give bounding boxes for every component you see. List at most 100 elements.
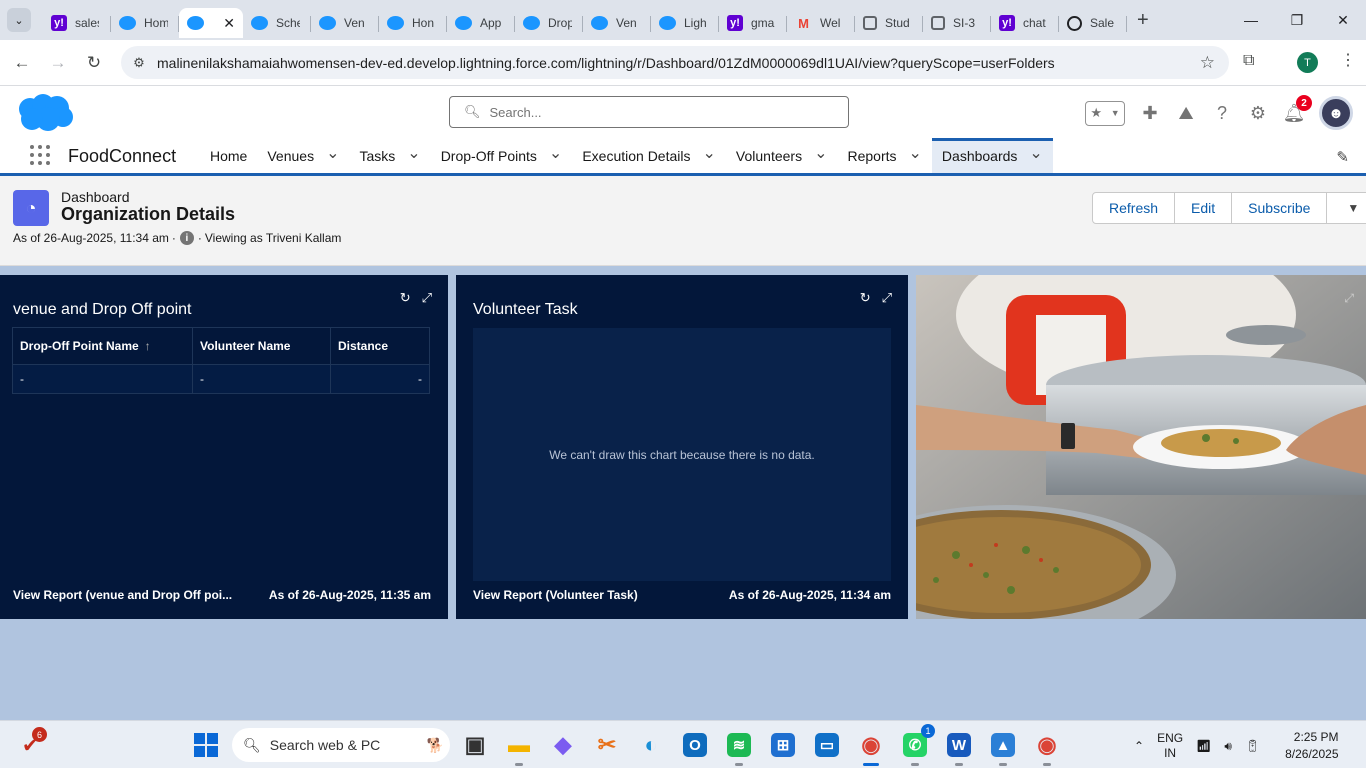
app-launcher-icon[interactable] (30, 145, 50, 165)
nav-tab-label: Reports (847, 147, 897, 164)
nav-tab-dashboards[interactable]: Dashboards ⌄ (931, 138, 1053, 173)
global-create-icon[interactable]: ✚ (1139, 102, 1161, 124)
chevron-down-icon[interactable]: ⌄ (549, 143, 562, 163)
maximize-icon[interactable]: ❐ (1274, 0, 1320, 40)
browser-tab[interactable]: y! chat (991, 8, 1059, 38)
edge-icon[interactable]: ◐ (634, 728, 668, 762)
store-icon[interactable]: ⊞ (766, 728, 800, 762)
column-header-dropoff-point[interactable]: Drop-Off Point Name ↑ (12, 327, 193, 365)
reload-icon[interactable]: ↻ (76, 45, 112, 81)
user-avatar[interactable]: ☻ (1319, 96, 1353, 130)
browser-tab[interactable]: y! gma (719, 8, 787, 38)
nav-tab-execution-details[interactable]: Execution Details ⌄ (572, 138, 726, 173)
browser-tab[interactable]: Sche (243, 8, 311, 38)
copilot-icon[interactable]: ◆ (546, 728, 580, 762)
nav-tab-reports[interactable]: Reports ⌄ (837, 138, 931, 173)
widget-expand-icon[interactable]: ⤢ (422, 290, 432, 306)
salesforce-logo[interactable] (15, 94, 74, 132)
browser-tab[interactable]: Stud (855, 8, 923, 38)
snipping-tool-icon[interactable]: ✂ (590, 728, 624, 762)
site-info-icon[interactable]: ⚙ (121, 55, 157, 71)
clock[interactable]: 2:25 PM 8/26/2025 (1285, 729, 1338, 763)
column-header-volunteer[interactable]: Volunteer Name (192, 327, 331, 365)
chevron-down-icon[interactable]: ⌄ (326, 143, 339, 163)
browser-menu-icon[interactable]: ⋮ (1340, 50, 1356, 70)
close-window-icon[interactable]: ✕ (1320, 0, 1366, 40)
taskbar-search-input[interactable]: 🔍︎ Search web & PC 🐕 (232, 728, 450, 762)
nav-tab-volunteers[interactable]: Volunteers ⌄ (726, 138, 838, 173)
remote-desktop-icon[interactable]: ▭ (810, 728, 844, 762)
help-icon[interactable]: ? (1211, 102, 1233, 124)
browser-tab[interactable]: Drop (515, 8, 583, 38)
tab-label: Hon (412, 16, 435, 30)
outlook-icon[interactable]: O (678, 728, 712, 762)
setup-gear-icon[interactable]: ⚙ (1247, 102, 1269, 124)
forward-icon[interactable]: → (40, 45, 76, 81)
tab-search-button[interactable]: ⌄ (7, 8, 31, 32)
news-widget-icon[interactable]: ✔ 6 (22, 727, 47, 757)
chevron-down-icon[interactable]: ⌄ (814, 143, 827, 163)
edit-nav-pencil-icon[interactable]: ✎ (1336, 148, 1349, 166)
task-view-icon[interactable]: ▣ (458, 728, 492, 762)
input-language[interactable]: ENG IN (1157, 731, 1183, 761)
tab-label: Sche (276, 16, 300, 30)
back-icon[interactable]: ← (4, 45, 40, 81)
browser-tab[interactable]: App (447, 8, 515, 38)
info-icon[interactable]: i (179, 231, 194, 245)
browser-tab[interactable]: Ligh (651, 8, 719, 38)
word-icon[interactable]: W (942, 728, 976, 766)
browser-tab[interactable]: M Wel (787, 8, 855, 38)
widget-refresh-icon[interactable]: ↻ (860, 290, 871, 306)
url-text[interactable]: malinenilakshamaiahwomensen-dev-ed.devel… (157, 55, 1055, 71)
refresh-button[interactable]: Refresh (1093, 193, 1176, 223)
more-actions-button[interactable]: ▼ (1327, 193, 1366, 223)
windows-start-icon[interactable] (194, 733, 218, 757)
chrome-profile-icon[interactable]: ◉ (1030, 728, 1064, 766)
trailhead-icon[interactable]: ⛰ (1175, 102, 1197, 124)
browser-tab[interactable]: y! sales (43, 8, 111, 38)
chevron-down-icon[interactable]: ⌄ (703, 143, 716, 163)
minimize-icon[interactable]: — (1228, 0, 1274, 40)
browser-tab[interactable]: Home (111, 8, 179, 38)
favorites-button[interactable]: ★ ▼ (1085, 100, 1125, 126)
notifications-bell-icon[interactable]: 🔔︎ 2 (1283, 95, 1312, 124)
edit-button[interactable]: Edit (1175, 193, 1233, 223)
chevron-down-icon[interactable]: ⌄ (1029, 143, 1042, 163)
wifi-icon[interactable]: 📶︎ (1196, 739, 1211, 753)
whatsapp-icon[interactable]: ✆ 1 (898, 724, 935, 766)
browser-tab[interactable]: Hon (379, 8, 447, 38)
subscribe-button[interactable]: Subscribe (1232, 193, 1328, 223)
battery-icon[interactable]: 🔋︎ (1245, 739, 1260, 753)
column-header-distance[interactable]: Distance (330, 327, 430, 365)
close-tab-icon[interactable]: ✕ (223, 15, 235, 32)
address-bar[interactable]: ⚙ malinenilakshamaiahwomensen-dev-ed.dev… (121, 46, 1229, 79)
tab-label: Ven (616, 16, 637, 30)
chevron-down-icon[interactable]: ⌄ (909, 143, 922, 163)
bookmark-star-icon[interactable]: ☆ (1200, 53, 1215, 73)
nav-tab-drop-off-points[interactable]: Drop-Off Points ⌄ (431, 138, 573, 173)
show-hidden-icons-icon[interactable]: ⌃ (1134, 739, 1144, 753)
new-tab-button[interactable]: + (1137, 9, 1149, 32)
global-search-input[interactable]: 🔍︎ Search... (449, 96, 849, 128)
browser-tab[interactable]: Ven (583, 8, 651, 38)
browser-tab[interactable]: Sale (1059, 8, 1127, 38)
spotify-icon[interactable]: ≋ (722, 728, 756, 766)
browser-tab[interactable]: SI-3 (923, 8, 991, 38)
widget-refresh-icon[interactable]: ↻ (400, 290, 411, 306)
nav-tab-tasks[interactable]: Tasks ⌄ (349, 138, 430, 173)
widget-expand-icon[interactable]: ⤢ (1344, 291, 1354, 306)
nav-tab-venues[interactable]: Venues ⌄ (257, 138, 349, 173)
profile-avatar[interactable]: T (1297, 52, 1318, 73)
browser-tab[interactable]: Ven (311, 8, 379, 38)
widget-expand-icon[interactable]: ⤢ (882, 290, 892, 306)
volume-icon[interactable]: 🔊︎ (1224, 739, 1232, 754)
browser-tab-active[interactable]: ✕ (179, 8, 243, 38)
chevron-down-icon[interactable]: ⌄ (407, 143, 420, 163)
chrome-icon[interactable]: ◉ (854, 728, 888, 766)
nav-tab-home[interactable]: Home (200, 138, 257, 173)
view-report-link[interactable]: View Report (venue and Drop Off poi... (13, 588, 232, 602)
photos-icon[interactable]: ▲ (986, 728, 1020, 766)
file-explorer-icon[interactable]: ▬ (502, 728, 536, 766)
view-report-link[interactable]: View Report (Volunteer Task) (473, 588, 638, 602)
extensions-icon[interactable]: ⧉ (1243, 52, 1254, 70)
